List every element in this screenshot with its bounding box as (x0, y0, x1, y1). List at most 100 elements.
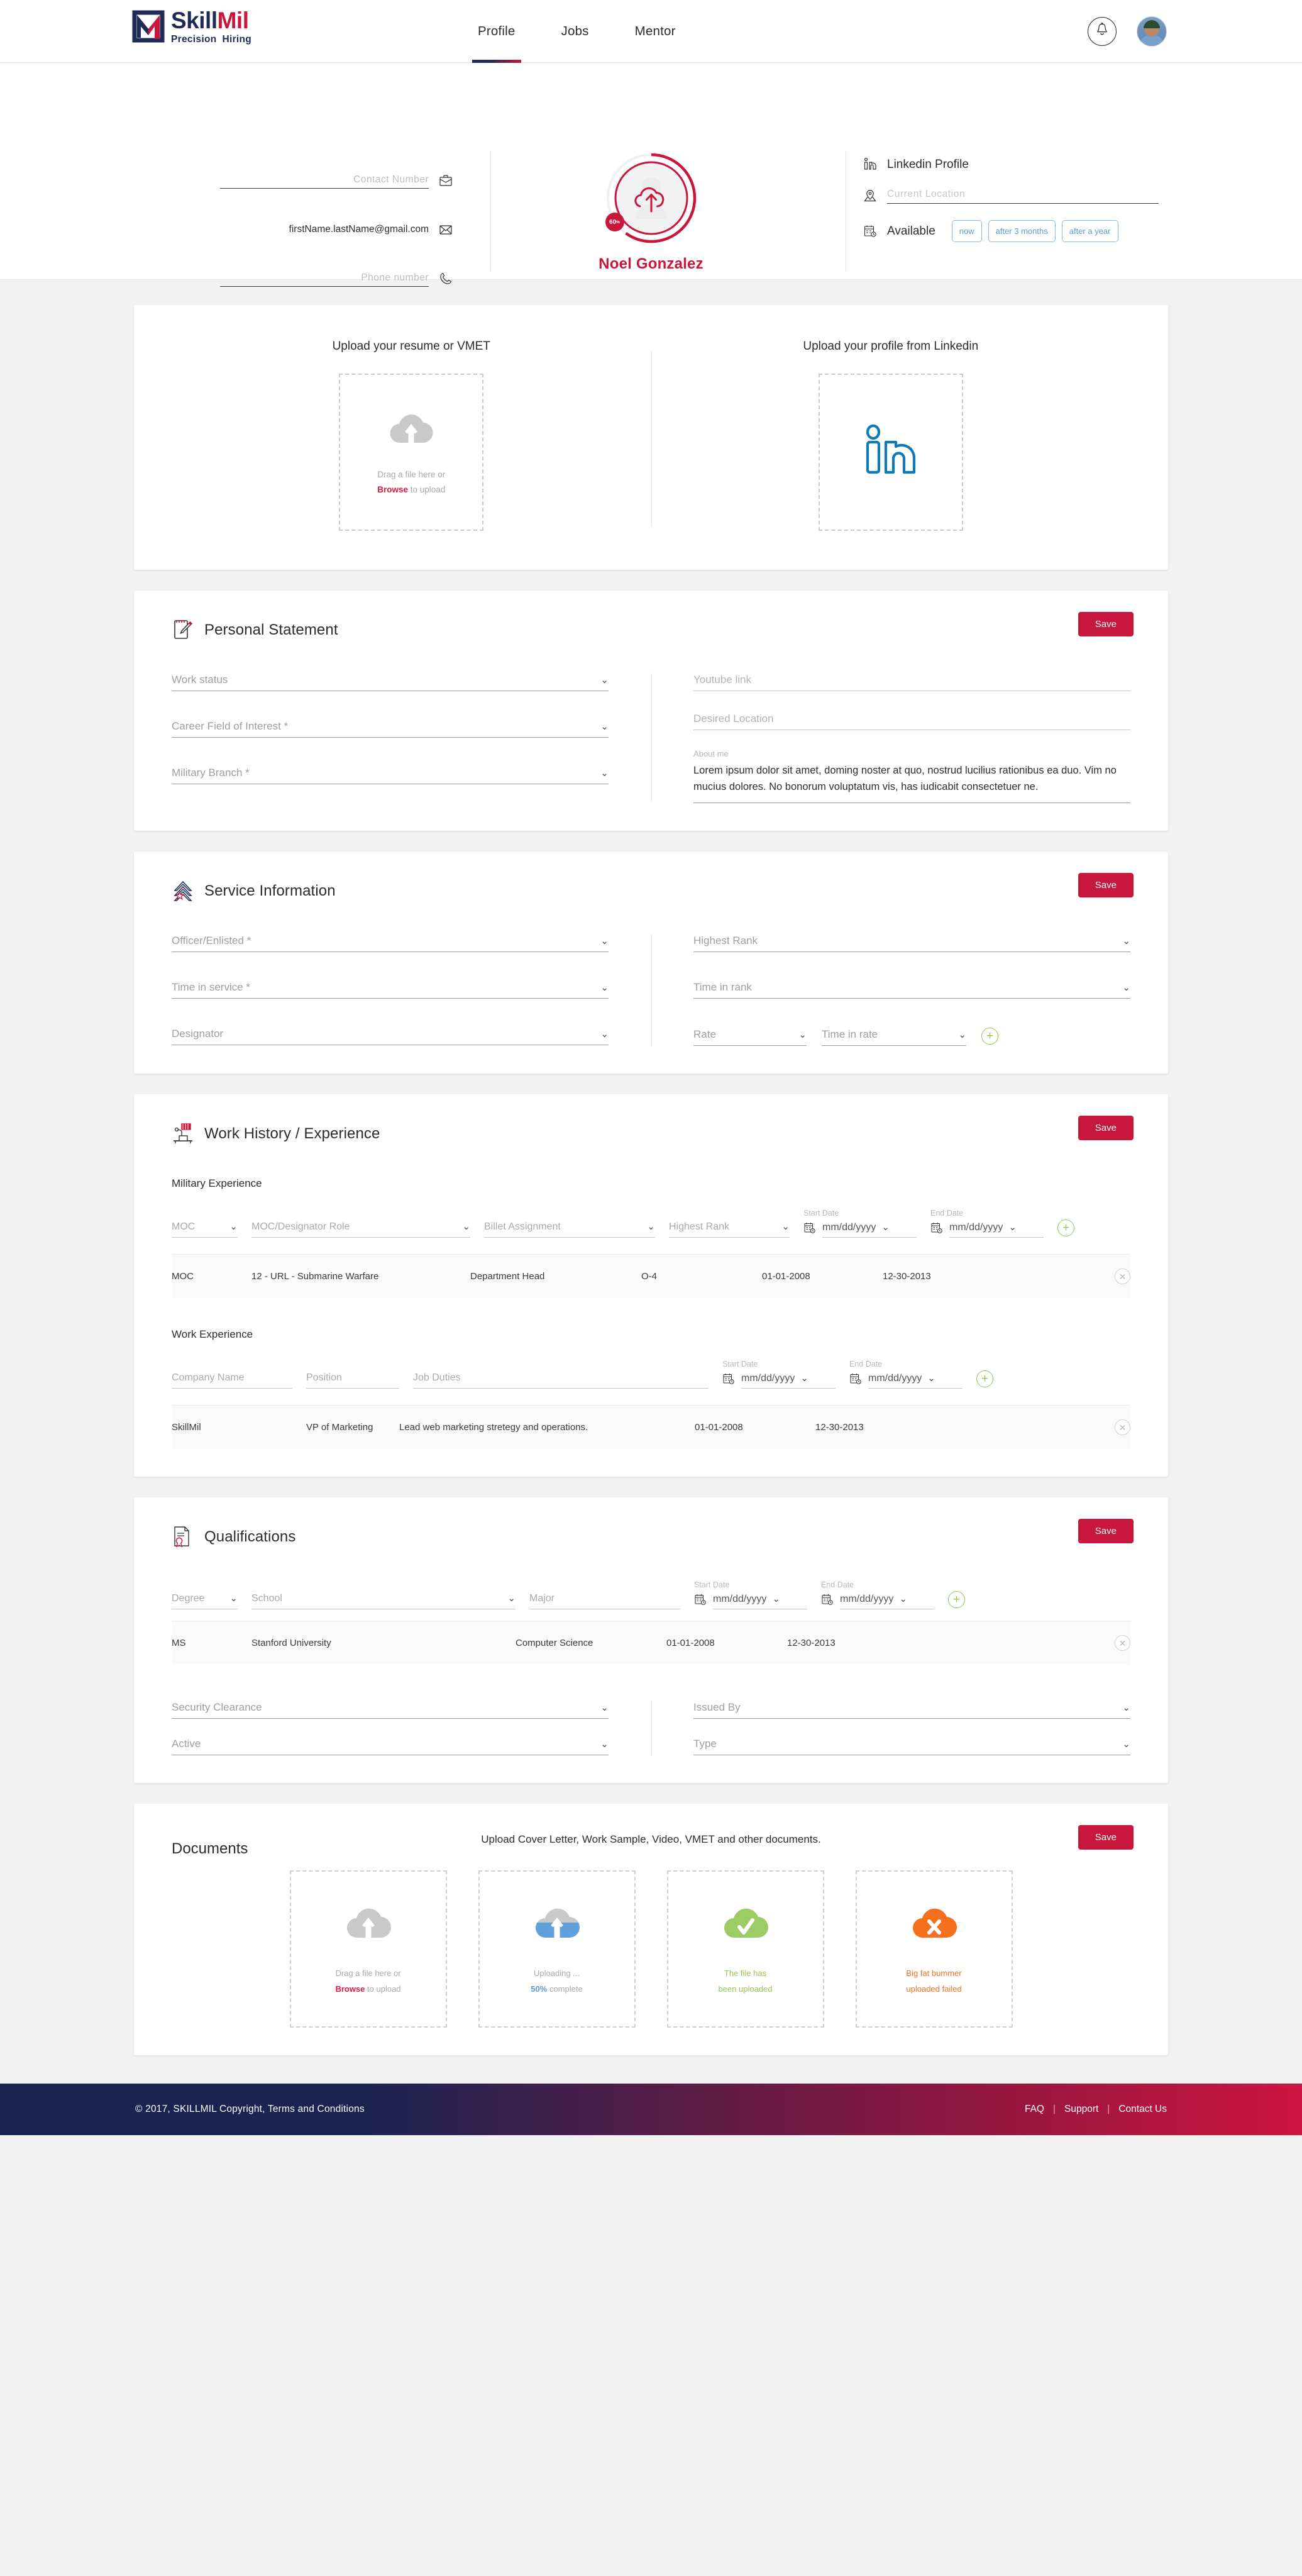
notifications-button[interactable] (1088, 16, 1117, 46)
phone-input[interactable]: Phone number (220, 272, 429, 287)
youtube-link-field[interactable]: Youtube link (693, 674, 1130, 691)
highest-rank-field[interactable]: Highest Rank ⌄ (693, 935, 1130, 953)
clearance-active-field[interactable]: Active ⌄ (172, 1738, 609, 1756)
school-input[interactable]: School ⌄ (251, 1593, 516, 1610)
completion-percent-symbol: % (616, 219, 620, 225)
nav-item-profile[interactable]: Profile (472, 0, 521, 63)
nav-item-jobs[interactable]: Jobs (561, 0, 589, 63)
email-input[interactable]: firstName.lastName@gmail.com (220, 224, 429, 238)
work-history-header: Work History / Experience (172, 1122, 1130, 1146)
document-dropzone-uploading[interactable]: Uploading ... 50% complete (478, 1870, 636, 2028)
uploading-line2: 50% complete (531, 1984, 582, 1994)
qualification-end-date-input[interactable]: mm/dd/yyyy ⌄ (840, 1594, 934, 1610)
chevron-down-icon: ⌄ (781, 1221, 790, 1233)
availability-chip-now[interactable]: now (951, 220, 982, 242)
qualification-start-date-input[interactable]: mm/dd/yyyy ⌄ (713, 1594, 807, 1610)
linkedin-dropzone[interactable] (818, 374, 963, 531)
footer-link-contact-us[interactable]: Contact Us (1118, 2104, 1167, 2115)
brand-logo[interactable]: SkillMil Precision Hiring (132, 9, 251, 45)
moc-input[interactable]: MOC ⌄ (172, 1221, 238, 1238)
military-branch-field[interactable]: Military Branch * ⌄ (172, 767, 609, 784)
nav-label-mentor: Mentor (634, 24, 676, 38)
remove-work-row-button[interactable]: ✕ (1115, 1419, 1130, 1436)
email-row: firstName.lastName@gmail.com (220, 206, 453, 238)
resume-drag-rest: to upload (407, 485, 446, 494)
time-in-service-field[interactable]: Time in service * ⌄ (172, 981, 609, 999)
officer-enlisted-field[interactable]: Officer/Enlisted * ⌄ (172, 935, 609, 953)
add-work-experience-button[interactable]: + (976, 1370, 993, 1388)
company-name-input[interactable]: Company Name (172, 1372, 292, 1389)
qualifications-header: Qualifications (172, 1525, 1130, 1549)
service-information-save-button[interactable]: Save (1078, 873, 1134, 898)
current-location-input[interactable]: Current Location (887, 189, 1159, 204)
resume-upload-title: Upload your resume or VMET (332, 340, 490, 353)
add-qualification-button[interactable]: + (948, 1591, 965, 1609)
availability-chip-after-3-months[interactable]: after 3 months (988, 220, 1056, 242)
military-end-date-placeholder: mm/dd/yyyy (949, 1222, 1003, 1233)
calendar-clock-icon (863, 224, 878, 239)
time-in-rank-field[interactable]: Time in rank ⌄ (693, 981, 1130, 999)
security-clearance-field[interactable]: Security Clearance ⌄ (172, 1701, 609, 1719)
document-dropzone-success[interactable]: The file has been uploaded (666, 1870, 824, 2028)
clearance-type-field[interactable]: Type ⌄ (693, 1738, 1130, 1756)
footer-link-faq[interactable]: FAQ (1025, 2104, 1044, 2115)
calendar-icon (849, 1372, 862, 1386)
work-start-date-input[interactable]: mm/dd/yyyy ⌄ (741, 1373, 836, 1389)
nav-item-mentor[interactable]: Mentor (635, 0, 676, 63)
resume-dropzone[interactable]: Drag a file here or Browse to upload (339, 374, 484, 531)
desired-location-field[interactable]: Desired Location (693, 713, 1130, 730)
add-rate-button[interactable]: + (981, 1028, 998, 1045)
major-input[interactable]: Major (529, 1593, 680, 1610)
career-field-field[interactable]: Career Field of Interest * ⌄ (172, 720, 609, 738)
military-branch-placeholder: Military Branch * (172, 767, 250, 779)
strip-divider-left (490, 151, 491, 270)
availability-chip-after-a-year[interactable]: after a year (1061, 220, 1118, 242)
office-desk-icon (172, 1122, 196, 1146)
billet-placeholder: Billet Assignment (484, 1221, 561, 1233)
work-status-field[interactable]: Work status ⌄ (172, 674, 609, 691)
error-line2: uploaded failed (906, 1984, 962, 1994)
contact-number-input[interactable]: Contact Number (220, 174, 429, 189)
profile-completion-ring[interactable]: 60% (604, 151, 698, 245)
designator-field[interactable]: Designator ⌄ (172, 1028, 609, 1046)
qualifications-input-row: Degree ⌄ School ⌄ Major Start Date mm/dd… (172, 1580, 1130, 1610)
documents-card: Save Documents Upload Cover Letter, Work… (134, 1804, 1168, 2055)
military-end-date-input[interactable]: mm/dd/yyyy ⌄ (949, 1222, 1044, 1238)
issued-by-field[interactable]: Issued By ⌄ (693, 1701, 1130, 1719)
time-in-rate-field[interactable]: Time in rate ⌄ (822, 1028, 966, 1046)
upload-card: Upload your resume or VMET Drag a file h… (134, 305, 1168, 570)
chevron-down-icon: ⌄ (927, 1373, 935, 1384)
work-history-save-button[interactable]: Save (1078, 1116, 1134, 1141)
document-dropzone-idle[interactable]: Drag a file here or Browse to upload (289, 1870, 447, 2028)
work-end-date-input[interactable]: mm/dd/yyyy ⌄ (868, 1373, 963, 1389)
page-content: Upload your resume or VMET Drag a file h… (0, 280, 1302, 2055)
resume-browse-link[interactable]: Browse (377, 485, 408, 494)
add-military-experience-button[interactable]: + (1057, 1219, 1074, 1237)
degree-input[interactable]: Degree ⌄ (172, 1593, 238, 1610)
military-highest-rank-input[interactable]: Highest Rank ⌄ (669, 1221, 790, 1238)
moc-role-input[interactable]: MOC/Designator Role ⌄ (251, 1221, 470, 1238)
remove-military-row-button[interactable]: ✕ (1115, 1269, 1130, 1285)
billet-assignment-input[interactable]: Billet Assignment ⌄ (484, 1221, 655, 1238)
military-row-rank: O-4 (641, 1271, 658, 1282)
work-row-end: 12-30-2013 (815, 1422, 864, 1433)
linkedin-profile-row[interactable]: Linkedin Profile (863, 157, 1159, 172)
document-dropzone-error[interactable]: Big fat bummer uploaded failed (855, 1870, 1013, 2028)
idle-browse-link[interactable]: Browse (335, 1984, 365, 1994)
remove-qualification-row-button[interactable]: ✕ (1115, 1635, 1130, 1652)
personal-statement-col-divider (651, 674, 652, 804)
rate-field[interactable]: Rate ⌄ (693, 1028, 807, 1046)
notepad-pencil-icon (172, 618, 196, 642)
user-avatar[interactable] (1137, 16, 1167, 47)
position-input[interactable]: Position (306, 1372, 399, 1389)
footer-link-support[interactable]: Support (1064, 2104, 1098, 2115)
military-start-date-input[interactable]: mm/dd/yyyy ⌄ (822, 1222, 917, 1238)
job-duties-input[interactable]: Job Duties (413, 1372, 709, 1389)
personal-statement-save-button[interactable]: Save (1078, 612, 1134, 636)
designator-placeholder: Designator (172, 1028, 224, 1040)
qualifications-save-button[interactable]: Save (1078, 1519, 1134, 1544)
availability-row: Available now after 3 months after a yea… (863, 220, 1159, 242)
qualification-row-major: Computer Science (516, 1638, 593, 1649)
about-me-field[interactable]: About me Lorem ipsum dolor sit amet, dom… (693, 749, 1130, 804)
military-rank-placeholder: Highest Rank (669, 1221, 730, 1233)
